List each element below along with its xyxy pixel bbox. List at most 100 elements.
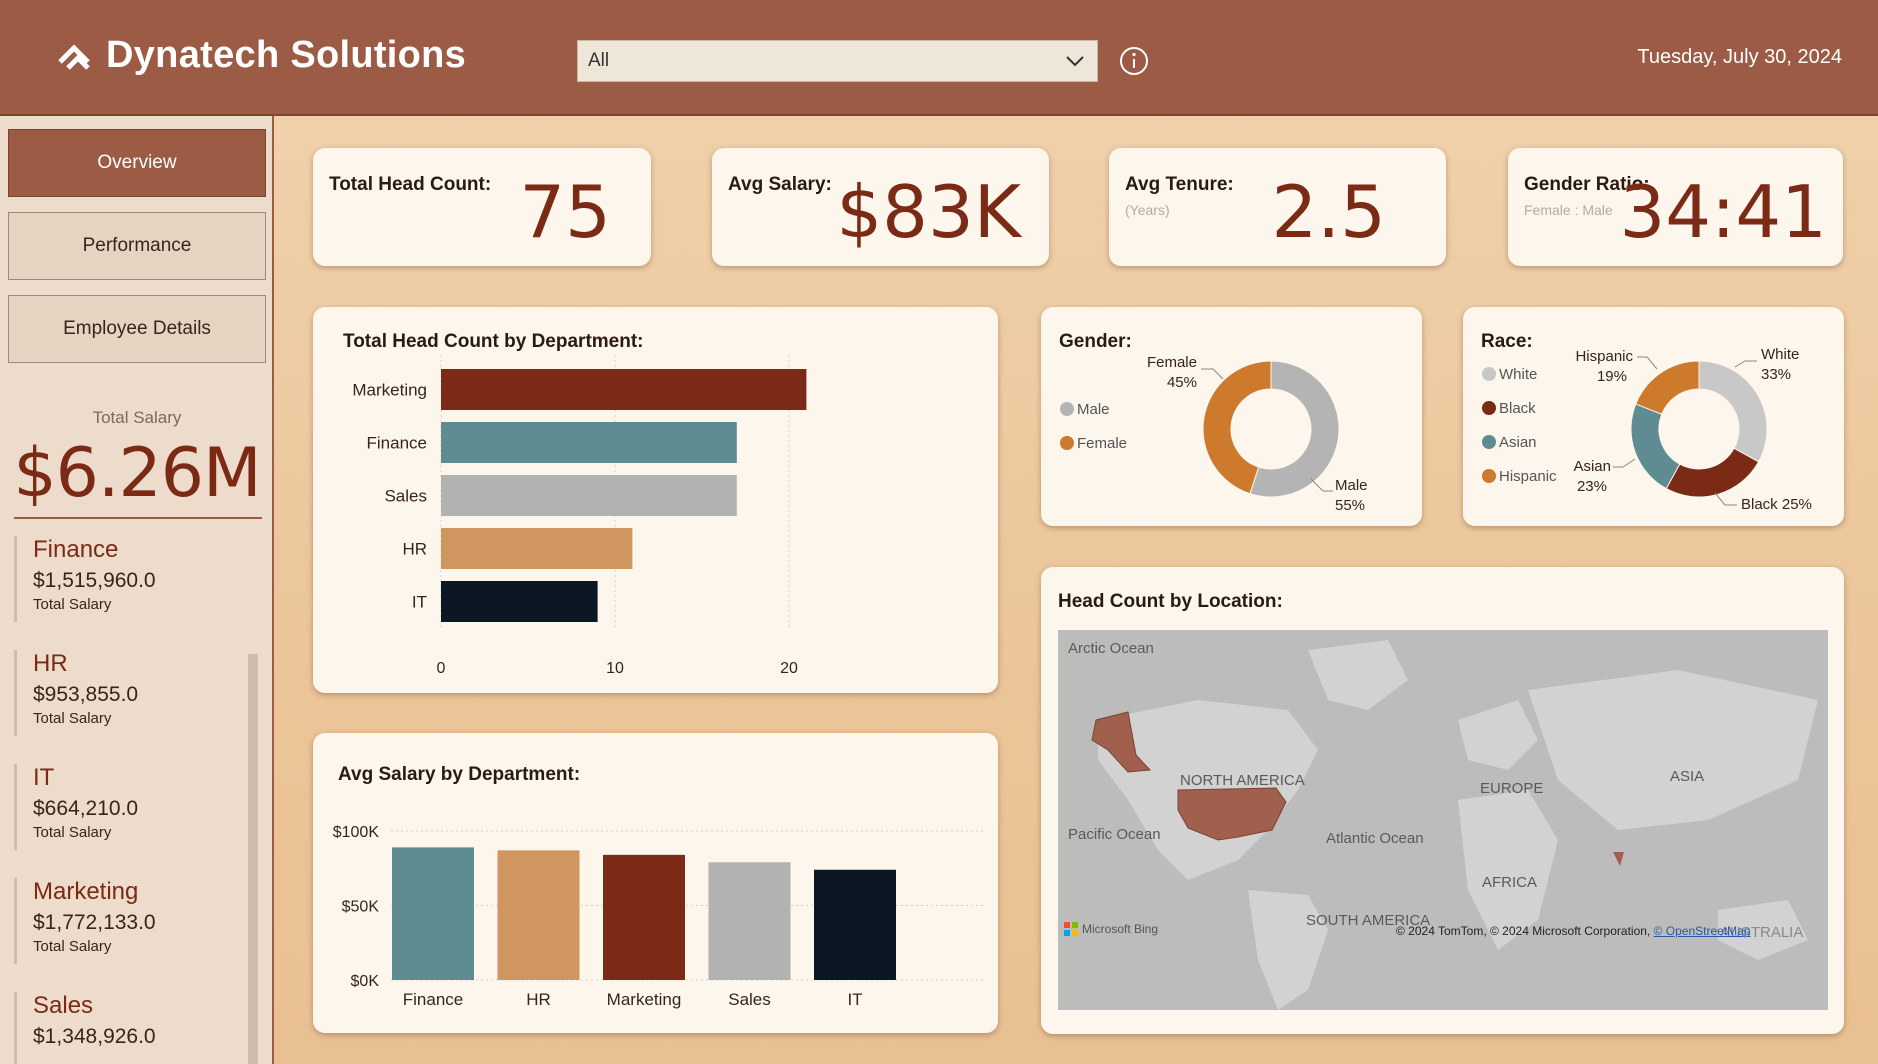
land-europe [1458,700,1538,770]
dept-salary: $1,772,133.0 [33,911,156,934]
y-tick-label: $50K [342,899,380,916]
land-asia [1528,670,1818,830]
headcount-bar-chart: 0 10 20 Marketing Finance Sales HR IT [352,355,807,677]
nav-performance-button[interactable]: Performance [8,212,266,280]
legend-label: Male [1077,401,1110,418]
total-salary-value: $6.26M [13,434,261,513]
slice-value-female: 45% [1167,374,1197,391]
kpi-title: Avg Salary: [728,174,832,195]
nav-employee-details-button[interactable]: Employee Details [8,295,266,363]
legend-label: White [1499,366,1537,383]
bar-sales [441,475,737,516]
world-map[interactable]: Arctic Ocean NORTH AMERICA EUROPE ASIA P… [1058,630,1828,1010]
x-category-label: Marketing [607,990,682,1009]
dept-name: Sales [33,992,94,1019]
leader-line [1613,458,1636,468]
brand: Dynatech Solutions [56,34,466,77]
logo-icon [58,43,90,70]
slice-label-asian: Asian [1573,458,1611,475]
gender-panel: Gender: Male Female Female 45% Male 55% [1041,307,1422,526]
list-item: Sales $1,348,926.0 [14,992,246,1064]
x-tick-label: 20 [780,660,798,677]
bar-marketing [603,854,685,980]
openstreetmap-link[interactable]: © OpenStreetMap [1654,924,1751,938]
panel-title: Head Count by Location: [1058,591,1283,612]
y-category-label: Finance [367,434,427,453]
brand-title: Dynatech Solutions [106,34,467,76]
legend-marker [1482,435,1496,449]
microsoft-logo-icon [1064,922,1078,936]
department-slicer[interactable]: All [577,40,1098,82]
legend-label: Hispanic [1499,468,1557,485]
slice-label-white: White [1761,346,1799,363]
kpi-avg-tenure-card: Avg Tenure: (Years) 2.5 [1109,148,1446,266]
map-land [1091,640,1818,1010]
bing-logo: Microsoft Bing [1064,922,1158,936]
kpi-value: 34:41 [1619,170,1828,254]
slice-asian [1630,403,1681,490]
slice-black [1665,447,1760,498]
kpi-value: 75 [519,170,611,254]
divider [14,517,262,519]
x-tick-label: 0 [437,660,446,677]
slice-label-black: Black 25% [1741,496,1812,513]
kpi-title: Avg Tenure: [1125,174,1234,195]
bar-sales [708,862,791,980]
kpi-gender-ratio-card: Gender Ratio: Female : Male 34:41 [1508,148,1843,266]
info-icon[interactable] [1118,45,1150,77]
y-tick-label: $0K [351,973,380,990]
y-category-label: Marketing [352,381,427,400]
legend-label: Black [1499,400,1536,417]
legend-marker [1060,402,1074,416]
map-label: Pacific Ocean [1068,826,1161,843]
slice-label-hispanic: Hispanic [1575,348,1633,365]
bar-hr [497,850,580,980]
kpi-value: $83K [836,170,1021,254]
nav-overview-button[interactable]: Overview [8,129,266,197]
dept-salary: $664,210.0 [33,797,139,820]
map-label: Atlantic Ocean [1326,830,1424,847]
slice-label-female: Female [1147,354,1197,371]
map-label: AFRICA [1482,874,1538,891]
legend-marker [1060,436,1074,450]
dept-name: IT [33,764,55,791]
kpi-avg-salary-card: Avg Salary: $83K [712,148,1049,266]
legend-marker [1482,367,1496,381]
avg-salary-by-dept-panel: Avg Salary by Department: $100K $50K $0K Fi… [313,733,998,1033]
dept-name: Marketing [33,878,139,905]
land-greenland [1308,640,1408,710]
slice-value-white: 33% [1761,366,1791,383]
bar-hr [441,528,633,569]
kpi-headcount-card: Total Head Count: 75 [313,148,651,266]
chevron-down-icon [1066,56,1084,67]
total-salary-label: Total Salary [92,408,182,427]
x-tick-label: 10 [606,660,624,677]
race-panel: Race: White Black Asian Hispanic White 33% His… [1463,307,1844,526]
map-label: NORTH AMERICA [1180,772,1305,789]
bar-finance [392,847,474,980]
slice-value-asian: 23% [1577,478,1607,495]
dept-sub-label: Total Salary [33,596,112,613]
slice-value-hispanic: 19% [1597,368,1627,385]
x-category-label: Sales [728,990,771,1009]
slice-white [1698,360,1768,463]
x-category-label: Finance [403,990,463,1009]
sidebar: Overview Performance Employee Details To… [0,116,274,1064]
y-tick-label: $100K [333,824,380,841]
bar-it [814,869,896,980]
avg-salary-bar-chart: $100K $50K $0K Finance HR Marketing Sales IT [333,824,983,1009]
bar-marketing [441,369,807,410]
y-category-label: IT [412,593,427,612]
race-donut-chart: White Black Asian Hispanic White 33% Hispanic 1… [1482,346,1812,513]
dept-sub-label: Total Salary [33,824,112,841]
scrollbar[interactable] [248,654,258,1064]
map-label: Arctic Ocean [1068,640,1154,657]
dept-sub-label: Total Salary [33,938,112,955]
list-item: Marketing $1,772,133.0 Total Salary [14,878,246,964]
legend-label: Asian [1499,434,1537,451]
kpi-subtitle: (Years) [1125,202,1170,218]
current-date: Tuesday, July 30, 2024 [1637,46,1842,68]
gender-donut-chart: Male Female Female 45% Male 55% [1060,354,1368,514]
leader-line [1714,492,1737,506]
y-category-label: HR [402,540,427,559]
